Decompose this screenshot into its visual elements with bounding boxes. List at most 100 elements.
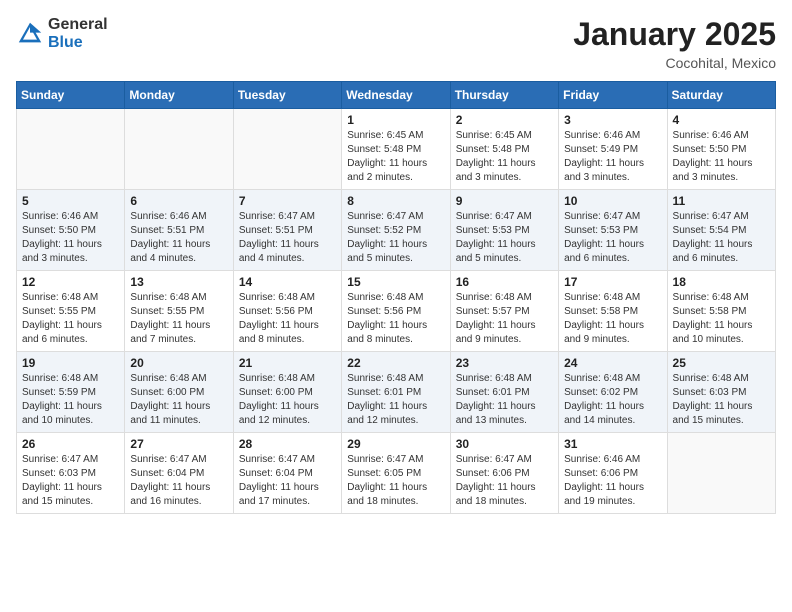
day-info: Sunrise: 6:48 AM Sunset: 5:58 PM Dayligh… xyxy=(564,291,661,347)
day-number: 13 xyxy=(130,275,227,289)
day-info: Sunrise: 6:46 AM Sunset: 5:50 PM Dayligh… xyxy=(22,210,119,266)
weekday-header-thursday: Thursday xyxy=(450,82,558,109)
day-info: Sunrise: 6:48 AM Sunset: 5:55 PM Dayligh… xyxy=(22,291,119,347)
day-info: Sunrise: 6:48 AM Sunset: 5:57 PM Dayligh… xyxy=(456,291,553,347)
day-info: Sunrise: 6:46 AM Sunset: 5:50 PM Dayligh… xyxy=(673,129,770,185)
day-info: Sunrise: 6:48 AM Sunset: 5:58 PM Dayligh… xyxy=(673,291,770,347)
day-number: 26 xyxy=(22,437,119,451)
calendar-cell: 19 Sunrise: 6:48 AM Sunset: 5:59 PM Dayli… xyxy=(17,352,125,433)
day-info: Sunrise: 6:47 AM Sunset: 5:52 PM Dayligh… xyxy=(347,210,444,266)
weekday-header-tuesday: Tuesday xyxy=(233,82,341,109)
day-number: 2 xyxy=(456,113,553,127)
calendar-cell: 7Sunrise: 6:47 AM Sunset: 5:51 PM Daylig… xyxy=(233,190,341,271)
calendar-cell: 3Sunrise: 6:46 AM Sunset: 5:49 PM Daylig… xyxy=(559,109,667,190)
day-number: 1 xyxy=(347,113,444,127)
calendar-week-1: 1 Sunrise: 6:45 AM Sunset: 5:48 PM Daylig… xyxy=(17,109,776,190)
calendar-cell: 9 Sunrise: 6:47 AM Sunset: 5:53 PM Daylig… xyxy=(450,190,558,271)
month-title: January 2025 xyxy=(573,16,776,53)
day-info: Sunrise: 6:47 AM Sunset: 6:06 PM Dayligh… xyxy=(456,453,553,509)
calendar-cell xyxy=(125,109,233,190)
weekday-header-monday: Monday xyxy=(125,82,233,109)
calendar-cell: 28 Sunrise: 6:47 AM Sunset: 6:04 PM Dayli… xyxy=(233,433,341,514)
weekday-header-wednesday: Wednesday xyxy=(342,82,450,109)
day-info: Sunrise: 6:48 AM Sunset: 6:01 PM Dayligh… xyxy=(456,372,553,428)
day-info: Sunrise: 6:46 AM Sunset: 6:06 PM Dayligh… xyxy=(564,453,661,509)
calendar-week-4: 19 Sunrise: 6:48 AM Sunset: 5:59 PM Dayli… xyxy=(17,352,776,433)
day-number: 16 xyxy=(456,275,553,289)
calendar-cell xyxy=(17,109,125,190)
logo-blue: Blue xyxy=(48,34,83,51)
weekday-header-row: SundayMondayTuesdayWednesdayThursdayFrid… xyxy=(17,82,776,109)
day-number: 4 xyxy=(673,113,770,127)
day-info: Sunrise: 6:47 AM Sunset: 6:04 PM Dayligh… xyxy=(239,453,336,509)
day-info: Sunrise: 6:48 AM Sunset: 6:03 PM Dayligh… xyxy=(673,372,770,428)
calendar-cell: 31 Sunrise: 6:46 AM Sunset: 6:06 PM Dayli… xyxy=(559,433,667,514)
day-number: 24 xyxy=(564,356,661,370)
logo-general: General xyxy=(48,16,108,33)
day-info: Sunrise: 6:45 AM Sunset: 5:48 PM Dayligh… xyxy=(347,129,444,185)
weekday-header-sunday: Sunday xyxy=(17,82,125,109)
day-number: 6 xyxy=(130,194,227,208)
day-number: 22 xyxy=(347,356,444,370)
day-number: 30 xyxy=(456,437,553,451)
day-number: 28 xyxy=(239,437,336,451)
calendar-cell: 6 Sunrise: 6:46 AM Sunset: 5:51 PM Daylig… xyxy=(125,190,233,271)
day-info: Sunrise: 6:45 AM Sunset: 5:48 PM Dayligh… xyxy=(456,129,553,185)
day-info: Sunrise: 6:46 AM Sunset: 5:51 PM Dayligh… xyxy=(130,210,227,266)
day-number: 3 xyxy=(564,113,661,127)
day-number: 10 xyxy=(564,194,661,208)
title-area: January 2025 Cocohital, Mexico xyxy=(573,16,776,71)
calendar-cell: 21 Sunrise: 6:48 AM Sunset: 6:00 PM Dayli… xyxy=(233,352,341,433)
day-number: 11 xyxy=(673,194,770,208)
day-info: Sunrise: 6:48 AM Sunset: 6:01 PM Dayligh… xyxy=(347,372,444,428)
day-number: 20 xyxy=(130,356,227,370)
day-info: Sunrise: 6:47 AM Sunset: 6:03 PM Dayligh… xyxy=(22,453,119,509)
calendar-cell: 12 Sunrise: 6:48 AM Sunset: 5:55 PM Dayli… xyxy=(17,271,125,352)
day-number: 9 xyxy=(456,194,553,208)
calendar-body: 1 Sunrise: 6:45 AM Sunset: 5:48 PM Daylig… xyxy=(17,109,776,514)
day-number: 31 xyxy=(564,437,661,451)
day-number: 5 xyxy=(22,194,119,208)
day-info: Sunrise: 6:47 AM Sunset: 5:51 PM Dayligh… xyxy=(239,210,336,266)
day-number: 23 xyxy=(456,356,553,370)
day-info: Sunrise: 6:47 AM Sunset: 6:05 PM Dayligh… xyxy=(347,453,444,509)
day-number: 21 xyxy=(239,356,336,370)
calendar-cell: 20Sunrise: 6:48 AM Sunset: 6:00 PM Dayli… xyxy=(125,352,233,433)
day-info: Sunrise: 6:47 AM Sunset: 5:53 PM Dayligh… xyxy=(456,210,553,266)
weekday-header-friday: Friday xyxy=(559,82,667,109)
day-info: Sunrise: 6:48 AM Sunset: 5:59 PM Dayligh… xyxy=(22,372,119,428)
calendar-cell: 11 Sunrise: 6:47 AM Sunset: 5:54 PM Dayli… xyxy=(667,190,775,271)
day-number: 18 xyxy=(673,275,770,289)
calendar-cell xyxy=(233,109,341,190)
day-number: 12 xyxy=(22,275,119,289)
location-title: Cocohital, Mexico xyxy=(573,55,776,71)
day-number: 27 xyxy=(130,437,227,451)
calendar-cell: 17 Sunrise: 6:48 AM Sunset: 5:58 PM Dayli… xyxy=(559,271,667,352)
day-info: Sunrise: 6:47 AM Sunset: 5:54 PM Dayligh… xyxy=(673,210,770,266)
calendar-cell: 24 Sunrise: 6:48 AM Sunset: 6:02 PM Dayli… xyxy=(559,352,667,433)
calendar-cell: 23 Sunrise: 6:48 AM Sunset: 6:01 PM Dayli… xyxy=(450,352,558,433)
day-info: Sunrise: 6:48 AM Sunset: 5:56 PM Dayligh… xyxy=(239,291,336,347)
day-info: Sunrise: 6:48 AM Sunset: 6:02 PM Dayligh… xyxy=(564,372,661,428)
day-info: Sunrise: 6:47 AM Sunset: 6:04 PM Dayligh… xyxy=(130,453,227,509)
day-number: 15 xyxy=(347,275,444,289)
calendar-cell: 1 Sunrise: 6:45 AM Sunset: 5:48 PM Daylig… xyxy=(342,109,450,190)
day-number: 14 xyxy=(239,275,336,289)
calendar-cell: 8Sunrise: 6:47 AM Sunset: 5:52 PM Daylig… xyxy=(342,190,450,271)
page-header: General Blue January 2025 Cocohital, Mex… xyxy=(16,16,776,71)
day-info: Sunrise: 6:48 AM Sunset: 5:56 PM Dayligh… xyxy=(347,291,444,347)
calendar-cell: 27 Sunrise: 6:47 AM Sunset: 6:04 PM Dayli… xyxy=(125,433,233,514)
logo-icon xyxy=(16,20,44,48)
calendar-cell: 29Sunrise: 6:47 AM Sunset: 6:05 PM Dayli… xyxy=(342,433,450,514)
calendar-cell: 14 Sunrise: 6:48 AM Sunset: 5:56 PM Dayli… xyxy=(233,271,341,352)
day-number: 19 xyxy=(22,356,119,370)
weekday-header-saturday: Saturday xyxy=(667,82,775,109)
calendar-cell: 4 Sunrise: 6:46 AM Sunset: 5:50 PM Daylig… xyxy=(667,109,775,190)
calendar-cell: 26 Sunrise: 6:47 AM Sunset: 6:03 PM Dayli… xyxy=(17,433,125,514)
day-number: 17 xyxy=(564,275,661,289)
calendar-cell: 30 Sunrise: 6:47 AM Sunset: 6:06 PM Dayli… xyxy=(450,433,558,514)
day-info: Sunrise: 6:48 AM Sunset: 6:00 PM Dayligh… xyxy=(239,372,336,428)
day-number: 25 xyxy=(673,356,770,370)
calendar-cell: 13Sunrise: 6:48 AM Sunset: 5:55 PM Dayli… xyxy=(125,271,233,352)
calendar-cell: 16 Sunrise: 6:48 AM Sunset: 5:57 PM Dayli… xyxy=(450,271,558,352)
